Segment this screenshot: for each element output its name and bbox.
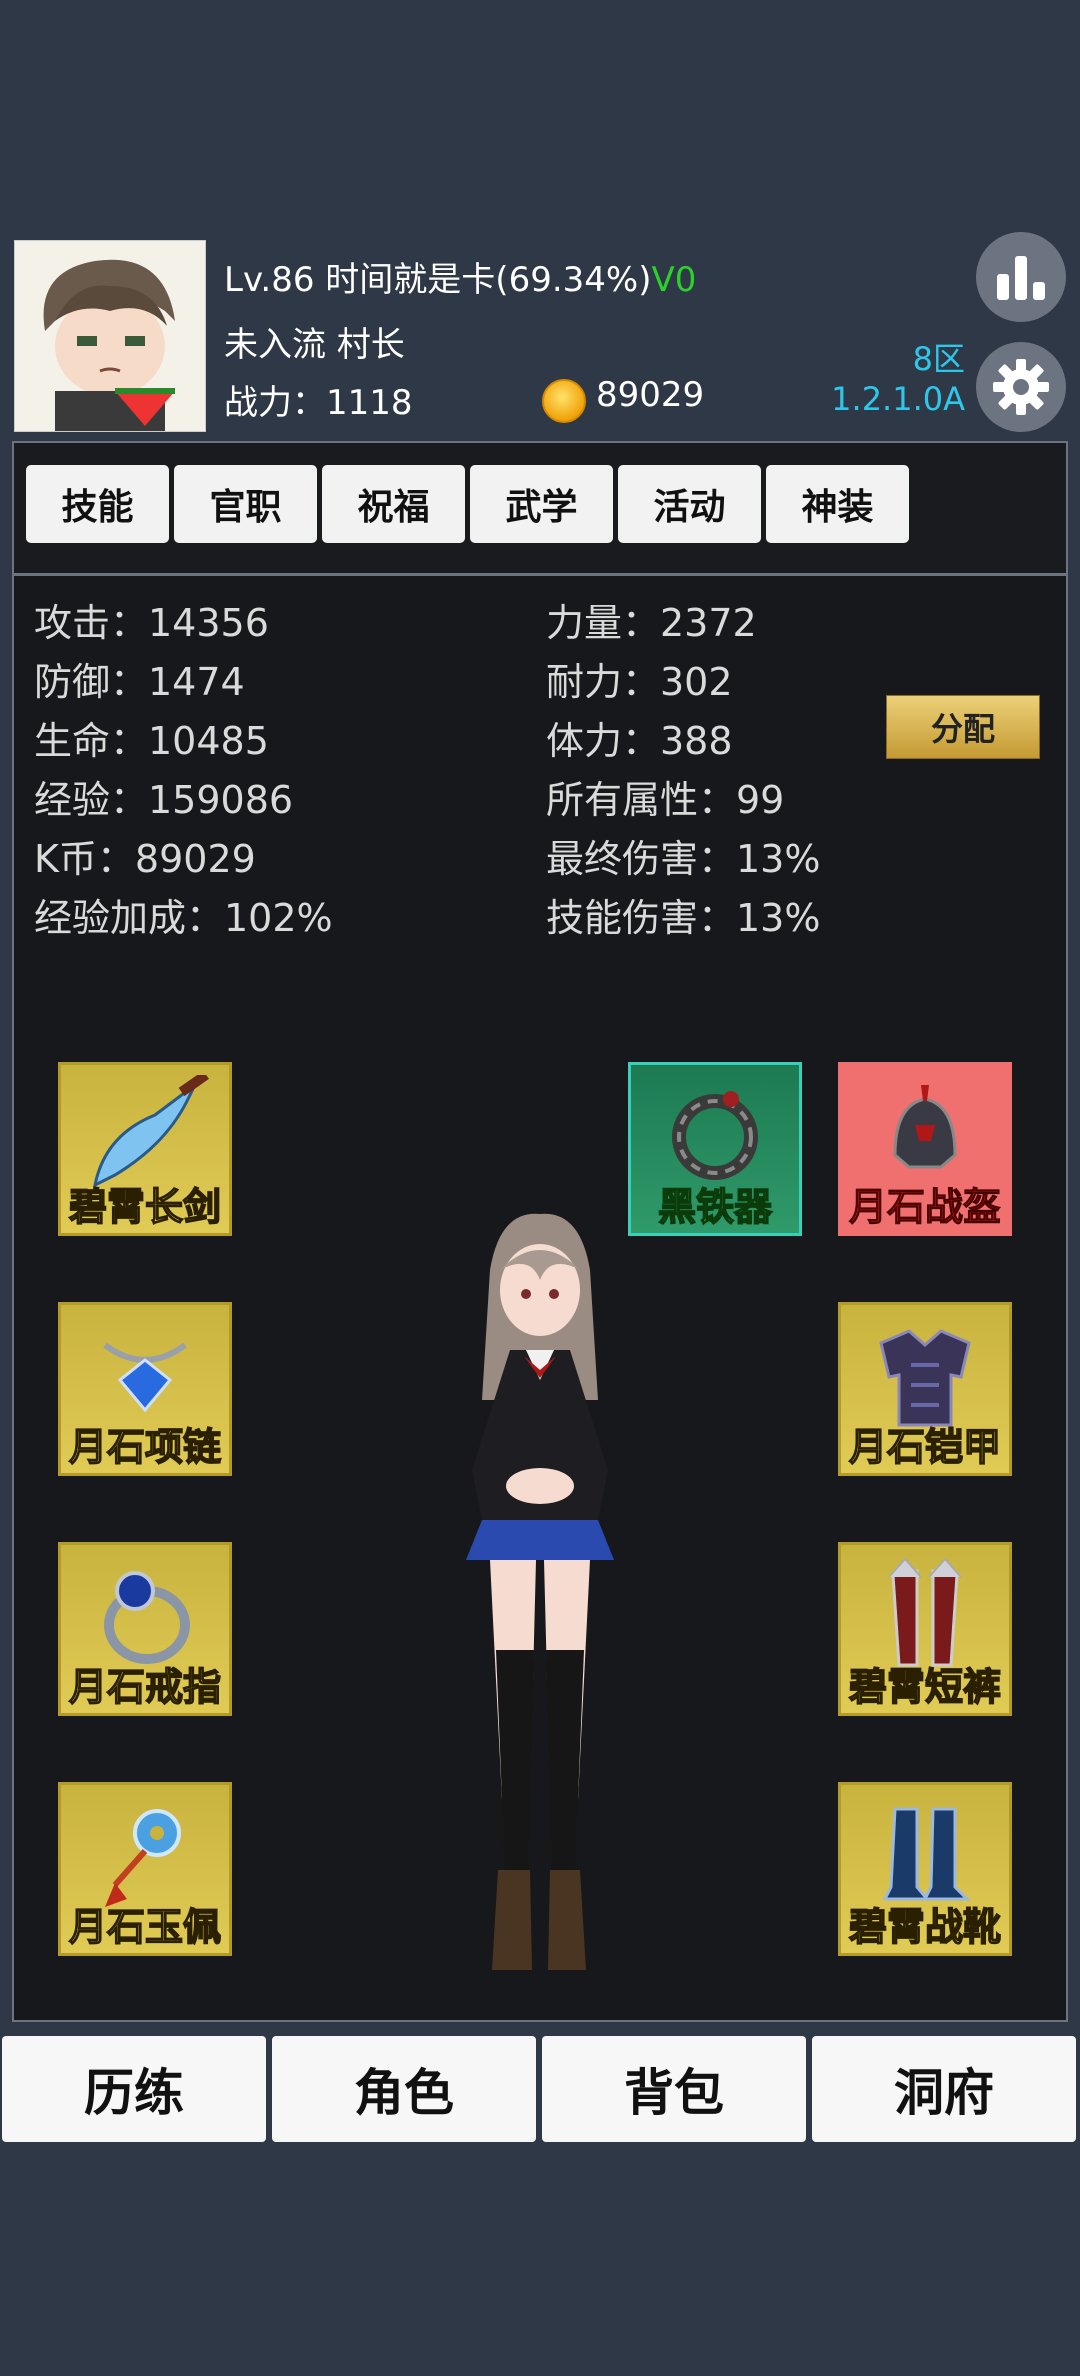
tab-divine-gear[interactable]: 神装 bbox=[766, 465, 909, 543]
ranking-button[interactable] bbox=[976, 232, 1066, 322]
character-model bbox=[466, 1213, 614, 1970]
equip-label-boots: 碧霄战靴 bbox=[848, 1904, 1002, 1950]
coin-value: 89029 bbox=[596, 375, 705, 415]
stat-attack: 攻击：14356 bbox=[34, 601, 269, 645]
equip-label-helmet: 月石战盔 bbox=[848, 1185, 1001, 1230]
player-power: 战力：1118 bbox=[224, 383, 413, 423]
tab-office[interactable]: 官职 bbox=[174, 465, 317, 543]
equip-label-accessory: 黑铁器 bbox=[657, 1184, 773, 1230]
equip-slot-pendant[interactable]: 月石玉佩 bbox=[58, 1782, 232, 1956]
equip-slot-weapon[interactable]: 碧霄长剑 bbox=[58, 1062, 232, 1236]
equip-slot-boots[interactable]: 碧霄战靴 bbox=[838, 1782, 1012, 1956]
stat-final-damage: 最终伤害：13% bbox=[546, 837, 821, 881]
equip-slot-helmet[interactable]: 月石战盔 bbox=[838, 1062, 1012, 1236]
server-name: 8区 bbox=[912, 340, 965, 378]
ranking-icon bbox=[997, 256, 1045, 300]
nav-backpack[interactable]: 背包 bbox=[542, 2036, 806, 2142]
stat-strength: 力量：2372 bbox=[546, 601, 757, 645]
nav-training[interactable]: 历练 bbox=[2, 2036, 266, 2142]
feature-tab-bar: 技能 官职 祝福 武学 活动 神装 bbox=[12, 441, 1068, 575]
stat-exp: 经验：159086 bbox=[34, 778, 294, 822]
tab-events[interactable]: 活动 bbox=[618, 465, 761, 543]
stat-hp: 生命：10485 bbox=[34, 719, 269, 763]
equip-label-armor: 月石铠甲 bbox=[848, 1424, 1002, 1470]
tab-blessing[interactable]: 祝福 bbox=[322, 465, 465, 543]
equip-label-ring: 月石戒指 bbox=[68, 1664, 222, 1710]
nav-character[interactable]: 角色 bbox=[272, 2036, 536, 2142]
equip-slot-pants[interactable]: 碧霄短裤 bbox=[838, 1542, 1012, 1716]
stat-skill-damage: 技能伤害：13% bbox=[546, 896, 821, 940]
equip-slot-armor[interactable]: 月石铠甲 bbox=[838, 1302, 1012, 1476]
gear-icon bbox=[993, 359, 1049, 415]
stat-kcoin: K币：89029 bbox=[34, 837, 256, 881]
player-avatar[interactable] bbox=[14, 240, 206, 432]
level-name-text: Lv.86 时间就是卡(69.34%) bbox=[224, 260, 652, 300]
nav-cave[interactable]: 洞府 bbox=[812, 2036, 1076, 2142]
equip-label-necklace: 月石项链 bbox=[68, 1424, 222, 1470]
tab-martial-arts[interactable]: 武学 bbox=[470, 465, 613, 543]
equip-slot-accessory[interactable]: 黑铁器 bbox=[628, 1062, 802, 1236]
stat-exp-bonus: 经验加成：102% bbox=[34, 896, 333, 940]
equip-label-weapon: 碧霄长剑 bbox=[68, 1184, 222, 1230]
stat-endurance: 耐力：302 bbox=[546, 660, 733, 704]
player-level-name: Lv.86 时间就是卡(69.34%)V0 bbox=[224, 252, 696, 301]
stat-stamina: 体力：388 bbox=[546, 719, 733, 763]
distribute-button[interactable]: 分配 bbox=[886, 695, 1040, 759]
settings-button[interactable] bbox=[976, 342, 1066, 432]
vip-badge: V0 bbox=[651, 260, 697, 300]
equip-label-pendant: 月石玉佩 bbox=[68, 1904, 222, 1950]
stat-all-attributes: 所有属性：99 bbox=[546, 778, 785, 822]
coin-icon bbox=[542, 379, 586, 423]
player-rank: 未入流 村长 bbox=[224, 325, 405, 365]
equip-slot-ring[interactable]: 月石戒指 bbox=[58, 1542, 232, 1716]
version-label: 1.2.1.0A bbox=[831, 380, 965, 418]
stat-defense: 防御：1474 bbox=[34, 660, 245, 704]
equip-label-pants: 碧霄短裤 bbox=[848, 1664, 1002, 1710]
tab-skills[interactable]: 技能 bbox=[26, 465, 169, 543]
equip-slot-necklace[interactable]: 月石项链 bbox=[58, 1302, 232, 1476]
